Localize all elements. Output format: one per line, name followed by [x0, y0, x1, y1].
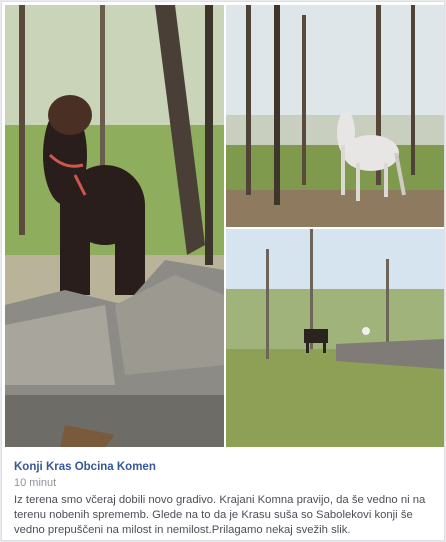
- timestamp-text: 10 minut: [14, 477, 57, 489]
- post-card: Konji Kras Obcina Komen 10 minut Iz tere…: [1, 1, 445, 541]
- horse-photo-image: [5, 5, 224, 447]
- clearing-photo-image: [226, 229, 444, 447]
- post-photo-2[interactable]: [226, 5, 444, 227]
- white-horse-photo-image: [226, 5, 444, 227]
- post-body-text: Iz terena smo včeraj dobili novo gradivo…: [14, 494, 426, 536]
- post-photo-1[interactable]: [5, 5, 224, 447]
- page-name-link[interactable]: Konji Kras Obcina Komen: [14, 461, 156, 473]
- post-header: Konji Kras Obcina Komen 10 minut: [14, 457, 434, 489]
- post-timestamp[interactable]: 10 minut: [14, 477, 434, 489]
- post-photo-3[interactable]: [226, 229, 444, 447]
